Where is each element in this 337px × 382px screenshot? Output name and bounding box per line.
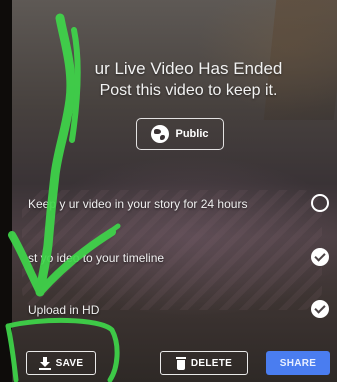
privacy-selector-button[interactable]: Public [136, 118, 224, 150]
option-label: st yo ideo to your timeline [28, 251, 165, 265]
save-button[interactable]: SAVE [26, 351, 96, 375]
share-label: SHARE [279, 357, 317, 369]
globe-icon [151, 125, 170, 143]
option-label: Upload in HD [28, 303, 100, 317]
save-label: SAVE [55, 357, 84, 369]
title-line-keep: Post this video to keep it. [99, 82, 278, 99]
page-title: ur Live Video Has Ended Post this video … [40, 58, 337, 102]
unchecked-circle-icon[interactable] [311, 194, 329, 212]
download-icon [38, 356, 51, 370]
title-line-ended: ur Live Video Has Ended [94, 59, 283, 78]
option-label: Keep y ur video in your story for 24 hou… [28, 197, 248, 211]
trash-icon [175, 356, 186, 370]
checkmark-icon[interactable] [311, 300, 329, 318]
delete-label: DELETE [190, 357, 233, 369]
privacy-label: Public [175, 128, 209, 140]
checkmark-icon[interactable] [311, 248, 329, 266]
delete-button[interactable]: DELETE [160, 351, 248, 375]
share-button[interactable]: SHARE [266, 351, 330, 375]
